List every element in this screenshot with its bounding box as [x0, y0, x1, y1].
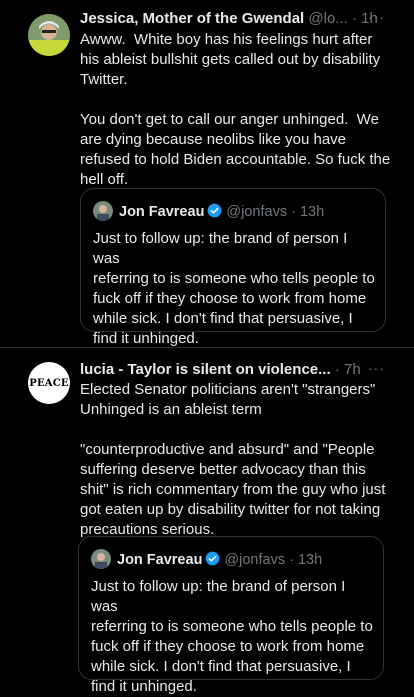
action-icons: [90, 343, 390, 344]
avatar-photo: [28, 14, 70, 56]
quoted-tweet[interactable]: Jon Favreau @jonfavs · 13h Just to follow…: [80, 188, 386, 347]
author-name[interactable]: Jessica, Mother of the Gwendal: [80, 10, 304, 27]
quoted-author-handle[interactable]: @jonfavs: [224, 552, 285, 568]
tweet-text: Elected Senator politicians aren't "stra…: [80, 381, 386, 538]
quoted-tweet-text: Just to follow up: the brand of person I…: [93, 230, 375, 347]
verified-badge-icon: [208, 203, 222, 218]
tweet[interactable]: Jessica, Mother of the Gwendal @lo... · …: [0, 0, 414, 347]
avatar-peace-text: PEACE: [29, 377, 69, 389]
action-bar[interactable]: [90, 338, 390, 344]
quoted-tweet-header: Jon Favreau @jonfavs · 13h: [91, 549, 322, 570]
quoted-author-name[interactable]: Jon Favreau: [117, 552, 202, 568]
author-name[interactable]: lucia - Taylor is silent on violence...: [80, 361, 331, 378]
tweet-header: Jessica, Mother of the Gwendal @lo... · …: [80, 9, 378, 29]
avatar[interactable]: PEACE: [28, 362, 70, 404]
timestamp[interactable]: · 7h: [335, 361, 361, 378]
author-handle[interactable]: @lo...: [308, 10, 347, 27]
quoted-author-handle[interactable]: @jonfavs: [226, 204, 287, 220]
quoted-tweet[interactable]: Jon Favreau @jonfavs · 13h Just to follow…: [78, 536, 384, 695]
more-icon[interactable]: ···: [368, 9, 385, 25]
more-icon[interactable]: ···: [368, 360, 385, 376]
tweet-header: lucia - Taylor is silent on violence... …: [80, 360, 361, 380]
quoted-tweet-header: Jon Favreau @jonfavs · 13h: [93, 201, 324, 222]
quoted-author-name[interactable]: Jon Favreau: [119, 204, 204, 220]
quoted-avatar[interactable]: [91, 549, 111, 569]
quoted-avatar-photo: [91, 549, 111, 569]
quoted-avatar[interactable]: [93, 201, 113, 221]
quoted-tweet-text: Just to follow up: the brand of person I…: [91, 578, 373, 695]
quoted-timestamp: · 13h: [289, 552, 323, 568]
verified-badge-icon: [206, 551, 220, 566]
quoted-timestamp: · 13h: [291, 204, 325, 220]
tweet[interactable]: PEACE lucia - Taylor is silent on violen…: [0, 348, 414, 695]
tweet-text: Awww. White boy has his feelings hurt af…: [80, 31, 391, 188]
avatar[interactable]: [28, 14, 70, 56]
quoted-avatar-photo: [93, 201, 113, 221]
